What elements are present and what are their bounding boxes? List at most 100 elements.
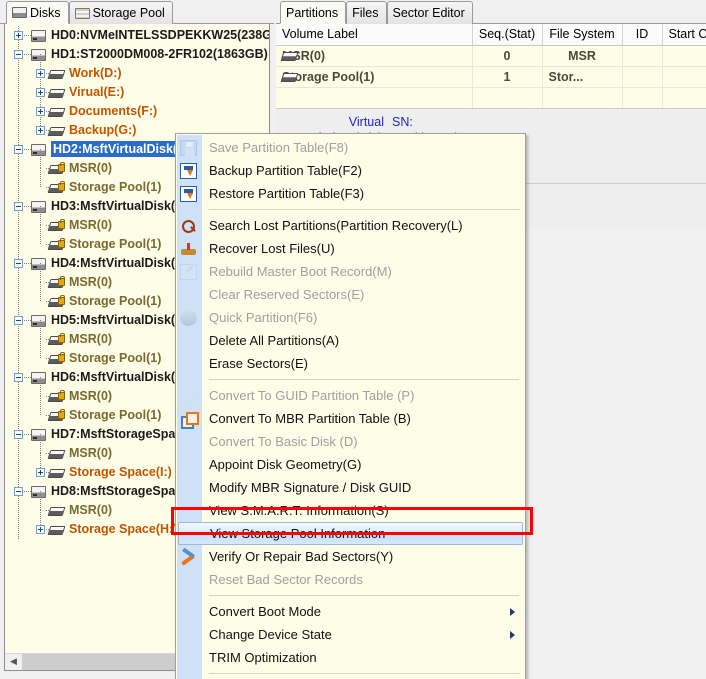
menu-item[interactable]: Restore Partition Table(F3) — [176, 182, 525, 205]
partition-icon — [48, 89, 66, 98]
hdd-icon — [12, 7, 27, 18]
tree-item-label: HD3:MsftVirtualDisk( — [51, 199, 175, 213]
tree-expand-icon[interactable] — [14, 31, 23, 40]
tree-expand-icon[interactable] — [36, 69, 45, 78]
menu-item[interactable]: Appoint Disk Geometry(G) — [176, 453, 525, 476]
tree-expand-icon[interactable] — [36, 468, 45, 477]
tree-expand-icon[interactable] — [36, 525, 45, 534]
tab-label: Storage Pool — [93, 6, 165, 20]
tree-item-label: Documents(F:) — [69, 104, 157, 118]
tree-item-label: MSR(0) — [69, 503, 112, 517]
context-menu-items: Save Partition Table(F8)Backup Partition… — [176, 136, 525, 679]
menu-item: Convert To GUID Partition Table (P) — [176, 384, 525, 407]
tree-item-label: Work(D:) — [69, 66, 122, 80]
tree-item-label: Storage Space(I:) — [69, 465, 172, 479]
column-header[interactable]: Start Cy — [662, 24, 706, 45]
tree-expand-icon[interactable] — [36, 126, 45, 135]
tab-files[interactable]: Files — [346, 1, 386, 24]
menu-item[interactable]: Convert To MBR Partition Table (B) — [176, 407, 525, 430]
menu-item-label: Convert To MBR Partition Table (B) — [209, 411, 411, 426]
tree-expand-icon[interactable] — [36, 107, 45, 116]
menu-item[interactable]: Modify MBR Signature / Disk GUID — [176, 476, 525, 499]
tree-collapse-icon[interactable] — [14, 145, 23, 154]
column-header[interactable]: Volume Label — [276, 24, 472, 45]
cell-id — [622, 45, 662, 66]
cell-seq-stat: 0 — [472, 45, 542, 66]
menu-item[interactable]: Verify Or Repair Bad Sectors(Y) — [176, 545, 525, 568]
menu-item: Reset Bad Sector Records — [176, 568, 525, 591]
tab-partitions[interactable]: Partitions — [280, 1, 346, 24]
menu-item: Rebuild Master Boot Record(M) — [176, 260, 525, 283]
tree-collapse-icon[interactable] — [14, 430, 23, 439]
stack-icon — [75, 8, 90, 19]
tree-item-disk[interactable]: HD1:ST2000DM008-2FR102(1863GB) — [5, 45, 269, 64]
partitions-grid[interactable]: Volume LabelSeq.(Stat)File SystemIDStart… — [276, 24, 706, 108]
menu-item[interactable]: Search Lost Partitions(Partition Recover… — [176, 214, 525, 237]
menu-item[interactable]: Recover Lost Files(U) — [176, 237, 525, 260]
lock-icon — [58, 164, 65, 172]
menu-item[interactable]: Erase Sectors(E) — [176, 352, 525, 375]
refresh-icon — [180, 388, 197, 404]
tab-disks[interactable]: Disks — [6, 1, 69, 24]
tree-collapse-icon[interactable] — [14, 259, 23, 268]
submenu-arrow-icon — [510, 608, 515, 616]
cell-seq-stat: 1 — [472, 66, 542, 87]
tree-item-partition[interactable]: Work(D:) — [5, 64, 269, 83]
tab-storage-pool[interactable]: Storage Pool — [69, 1, 173, 24]
disk-context-menu[interactable]: Save Partition Table(F8)Backup Partition… — [175, 133, 526, 679]
partition-icon — [48, 70, 66, 79]
tree-child-line — [40, 434, 41, 454]
tree-collapse-icon[interactable] — [14, 373, 23, 382]
menu-item[interactable]: View S.M.A.R.T. Information(S) — [176, 499, 525, 522]
submenu-arrow-icon — [510, 631, 515, 639]
menu-item-label: Quick Partition(F6) — [209, 310, 317, 325]
tree-collapse-icon[interactable] — [14, 202, 23, 211]
menu-separator — [209, 673, 519, 674]
cell-empty — [472, 87, 542, 108]
partition-icon — [281, 73, 299, 82]
tree-item-partition[interactable]: Virual(E:) — [5, 83, 269, 102]
tree-collapse-icon[interactable] — [14, 50, 23, 59]
cell-volume-label: MSR(0) — [276, 45, 472, 66]
menu-item[interactable]: Backup Partition Table(F2) — [176, 159, 525, 182]
menu-item[interactable]: Delete All Partitions(A) — [176, 329, 525, 352]
lock-icon — [58, 240, 65, 248]
menu-item[interactable]: Change Device State — [176, 623, 525, 646]
tree-collapse-icon[interactable] — [14, 316, 23, 325]
partition-icon — [281, 52, 299, 61]
table-row[interactable]: Storage Pool(1)1Stor... — [276, 66, 706, 87]
cell-empty — [622, 87, 662, 108]
menu-item-label: Search Lost Partitions(Partition Recover… — [209, 218, 463, 233]
tree-expand-icon[interactable] — [36, 88, 45, 97]
tab-sector-editor[interactable]: Sector Editor — [387, 1, 473, 24]
column-header[interactable]: Seq.(Stat) — [472, 24, 542, 45]
lock-icon — [58, 335, 65, 343]
tree-item-label: Storage Pool(1) — [69, 237, 161, 251]
menu-item[interactable]: View Storage Pool Information — [178, 522, 523, 545]
tree-collapse-icon[interactable] — [14, 487, 23, 496]
tree-item-disk[interactable]: HD0:NVMeINTELSSDPEKKW25(238GB — [5, 26, 269, 45]
scroll-left-arrow-icon[interactable]: ◀ — [5, 654, 22, 670]
tree-item-partition[interactable]: Documents(F:) — [5, 102, 269, 121]
recover-icon — [180, 241, 197, 257]
menu-item-label: Delete All Partitions(A) — [209, 333, 339, 348]
tree-item-label: Storage Space(H:) — [69, 522, 177, 536]
table-row[interactable]: MSR(0)0MSR — [276, 45, 706, 66]
partition-icon — [48, 450, 66, 459]
partition-icon — [48, 507, 66, 516]
column-header[interactable]: ID — [622, 24, 662, 45]
tree-item-label: HD2:MsftVirtualDisk( — [51, 141, 180, 157]
table-body: MSR(0)0MSRStorage Pool(1)1Stor... — [276, 45, 706, 108]
menu-item[interactable]: TRIM Optimization — [176, 646, 525, 669]
tree-child-line — [40, 282, 41, 302]
table-row-empty[interactable] — [276, 87, 706, 108]
column-header[interactable]: File System — [542, 24, 622, 45]
application-window: Disks Storage Pool HD0:NVMeINTELSSDPEKKW2… — [0, 0, 706, 679]
partition-icon — [48, 469, 66, 478]
lock-icon — [58, 278, 65, 286]
tree-item-label: HD6:MsftVirtualDisk( — [51, 370, 175, 384]
tree-child-line — [40, 339, 41, 359]
menu-item[interactable]: Convert Boot Mode — [176, 600, 525, 623]
tree-item-label: MSR(0) — [69, 218, 112, 232]
tree-child-line — [40, 320, 41, 340]
